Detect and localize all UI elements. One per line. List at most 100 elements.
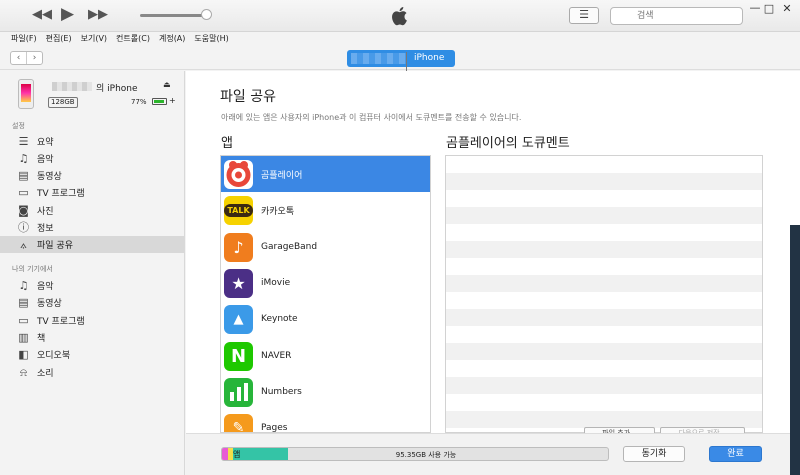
info-icon: ⓘ <box>18 221 29 234</box>
sidebar-item-device-tones[interactable]: ⍾ 소리 <box>0 364 184 381</box>
app-item-gomplayer[interactable]: 곰플레이어 <box>221 156 430 192</box>
sidebar-item-tv-shows[interactable]: ▭ TV 프로그램 <box>0 184 184 201</box>
sidebar: 의 iPhone ⏏ 128GB 77% + 설정 ☰ 요약 ♫ 음악 ▤ 동영상 ▭… <box>0 71 185 475</box>
app-item-kakaotalk[interactable]: TALK 카카오톡 <box>221 192 430 228</box>
sidebar-item-device-audiobooks[interactable]: ◧ 오디오북 <box>0 346 184 363</box>
app-label: NAVER <box>261 351 292 361</box>
desktop-background <box>790 225 800 475</box>
sidebar-item-music[interactable]: ♫ 음악 <box>0 150 184 167</box>
sidebar-item-label: 소리 <box>37 369 54 379</box>
sidebar-item-movies[interactable]: ▤ 동영상 <box>0 167 184 184</box>
itunes-window: ◀◀ ▶ ▶▶ ☰ ⌕⌄ — □ ✕ 파일(F) 편집(E) 보기(V) 컨트롤… <box>0 0 800 475</box>
redacted-owner-name <box>52 82 92 91</box>
audiobook-icon: ◧ <box>18 348 29 361</box>
app-item-pages[interactable]: ✎ Pages <box>221 410 430 433</box>
sidebar-item-device-movies[interactable]: ▤ 동영상 <box>0 294 184 311</box>
battery-icon <box>152 98 167 105</box>
sidebar-item-label: 동영상 <box>37 172 62 182</box>
film-icon: ▤ <box>18 169 29 182</box>
app-store-icon: ⟑ <box>20 238 27 251</box>
sidebar-item-label: 파일 공유 <box>37 241 73 251</box>
camera-icon: ◙ <box>18 204 29 217</box>
sidebar-item-label: 정보 <box>37 224 54 234</box>
volume-slider[interactable] <box>140 14 208 17</box>
redacted-device-name <box>351 53 406 64</box>
eject-icon[interactable]: ⏏ <box>163 80 171 89</box>
menu-controls[interactable]: 컨트롤(C) <box>116 32 150 46</box>
tv-icon: ▭ <box>18 186 29 199</box>
app-label: iMovie <box>261 278 291 288</box>
summary-icon: ☰ <box>18 135 29 148</box>
forward-button[interactable]: › <box>27 52 42 64</box>
sidebar-item-photos[interactable]: ◙ 사진 <box>0 202 184 219</box>
list-view-button[interactable]: ☰ <box>569 7 599 24</box>
back-button[interactable]: ‹ <box>11 52 27 64</box>
play-icon[interactable]: ▶ <box>61 4 74 24</box>
app-item-imovie[interactable]: ★ iMovie <box>221 265 430 301</box>
menu-edit[interactable]: 편집(E) <box>46 32 72 46</box>
app-item-keynote[interactable]: ▲ Keynote <box>221 301 430 337</box>
sidebar-item-label: 음악 <box>37 155 54 165</box>
app-label: GarageBand <box>261 242 318 252</box>
iphone-icon <box>18 79 34 109</box>
bar-chart-icon <box>224 377 253 407</box>
app-label: 곰플레이어 <box>261 170 303 181</box>
capacity-badge: 128GB <box>48 97 78 108</box>
rewind-icon[interactable]: ◀◀ <box>32 7 52 22</box>
battery-percent: 77% <box>131 98 147 106</box>
charging-icon: + <box>169 96 176 105</box>
menu-file[interactable]: 파일(F) <box>11 32 37 46</box>
kakaotalk-icon: TALK <box>224 195 253 225</box>
app-item-numbers[interactable]: Numbers <box>221 374 430 410</box>
page-title: 파일 공유 <box>220 89 276 105</box>
sidebar-item-device-tv-shows[interactable]: ▭ TV 프로그램 <box>0 312 184 329</box>
sidebar-item-label: TV 프로그램 <box>37 189 85 199</box>
device-info[interactable]: 의 iPhone ⏏ 128GB 77% + <box>0 71 185 115</box>
sidebar-item-label: TV 프로그램 <box>37 317 85 327</box>
page-description: 아래에 있는 앱은 사용자의 iPhone과 이 컴퓨터 사이에서 도큐멘트를 … <box>221 113 522 122</box>
tv-icon: ▭ <box>18 314 29 327</box>
sidebar-item-info[interactable]: ⓘ 정보 <box>0 219 184 236</box>
app-label: 카카오톡 <box>261 206 295 217</box>
sidebar-item-summary[interactable]: ☰ 요약 <box>0 133 184 150</box>
apple-logo-icon <box>392 7 407 26</box>
app-label: Keynote <box>261 314 298 324</box>
device-tab-label: iPhone <box>414 53 445 63</box>
gomplayer-icon <box>224 159 253 189</box>
app-item-garageband[interactable]: ♪ GarageBand <box>221 229 430 265</box>
menu-help[interactable]: 도움말(H) <box>194 32 228 46</box>
menu-bar: 파일(F) 편집(E) 보기(V) 컨트롤(C) 계정(A) 도움말(H) <box>0 32 800 46</box>
apps-header: 앱 <box>221 136 233 151</box>
app-list: 곰플레이어 TALK 카카오톡 ♪ GarageBand ★ iMovie ▲ … <box>220 155 431 433</box>
pen-icon: ✎ <box>224 413 253 432</box>
my-device-header: 나의 기기에서 <box>12 265 53 273</box>
podium-icon: ▲ <box>224 304 253 334</box>
music-icon: ♫ <box>18 152 29 165</box>
sidebar-item-file-sharing[interactable]: ⟑ 파일 공유 <box>0 236 184 253</box>
nav-buttons: ‹ › <box>10 51 43 65</box>
close-button[interactable]: ✕ <box>778 2 796 15</box>
device-name: 의 iPhone <box>96 84 138 94</box>
app-item-naver[interactable]: N NAVER <box>221 338 430 374</box>
sidebar-item-device-books[interactable]: ▥ 책 <box>0 329 184 346</box>
sidebar-item-label: 음악 <box>37 282 54 292</box>
music-icon: ♫ <box>18 279 29 292</box>
fast-forward-icon[interactable]: ▶▶ <box>88 7 108 22</box>
volume-knob[interactable] <box>201 9 212 20</box>
sync-button[interactable]: 동기화 <box>623 446 685 462</box>
bell-icon: ⍾ <box>19 366 28 379</box>
menu-view[interactable]: 보기(V) <box>81 32 107 46</box>
device-tab[interactable]: iPhone <box>347 50 455 74</box>
sidebar-item-device-music[interactable]: ♫ 음악 <box>0 277 184 294</box>
app-label: Pages <box>261 423 288 433</box>
title-bar: ◀◀ ▶ ▶▶ ☰ ⌕⌄ — □ ✕ <box>0 0 800 32</box>
sidebar-item-label: 책 <box>37 334 46 344</box>
sidebar-item-label: 동영상 <box>37 299 62 309</box>
done-button[interactable]: 완료 <box>709 446 762 462</box>
search-input[interactable] <box>610 7 743 25</box>
menu-account[interactable]: 계정(A) <box>159 32 185 46</box>
sidebar-item-label: 사진 <box>37 207 54 217</box>
documents-list[interactable] <box>445 155 763 433</box>
guitar-icon: ♪ <box>224 232 253 262</box>
maximize-button[interactable]: □ <box>760 2 778 15</box>
